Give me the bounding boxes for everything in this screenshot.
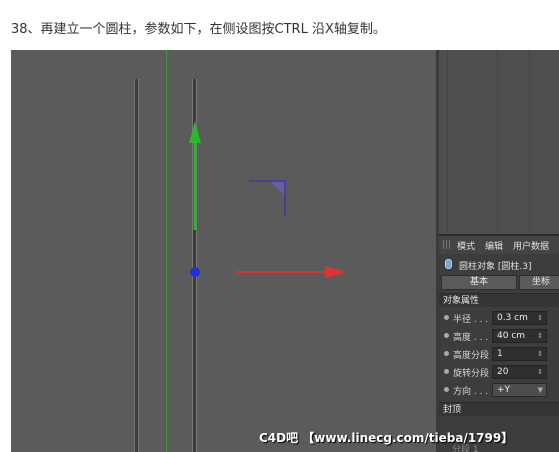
prop-label: 半径 . . . — [453, 315, 489, 325]
menu-mode[interactable]: 模式 — [457, 239, 475, 252]
keyframe-dot-icon[interactable] — [444, 315, 449, 320]
chevron-down-icon[interactable]: ▼ — [538, 384, 543, 396]
menu-user-data[interactable]: 用户数据 — [513, 239, 549, 252]
orientation-select[interactable]: +Y ▼ — [492, 383, 547, 397]
keyframe-dot-icon[interactable] — [444, 369, 449, 374]
attribute-manager: 模式 编辑 用户数据 圆柱对象 [圆柱.3] 基本 坐标 对象属性 半径 . .… — [439, 234, 559, 452]
menu-edit[interactable]: 编辑 — [485, 239, 503, 252]
prop-rotation-segments: 旋转分段 20 ⇕ — [439, 364, 559, 380]
radius-input[interactable]: 0.3 cm ⇕ — [492, 311, 547, 325]
spinner-icon[interactable]: ⇕ — [537, 348, 543, 360]
plane-handle-icon[interactable] — [269, 180, 285, 196]
height-input[interactable]: 40 cm ⇕ — [492, 329, 547, 343]
cylinder-object-icon — [445, 259, 452, 269]
keyframe-dot-icon[interactable] — [444, 351, 449, 356]
spinner-icon[interactable]: ⇕ — [537, 312, 543, 324]
section-caps[interactable]: 封顶 — [439, 402, 559, 416]
rotation-segments-input[interactable]: 20 ⇕ — [492, 365, 547, 379]
move-gizmo — [189, 121, 347, 278]
column-separator — [529, 50, 530, 235]
height-segments-input[interactable]: 1 ⇕ — [492, 347, 547, 361]
side-viewport[interactable] — [11, 50, 436, 452]
z-axis-handle[interactable] — [190, 267, 200, 277]
c4d-screenshot: 模式 编辑 用户数据 圆柱对象 [圆柱.3] 基本 坐标 对象属性 半径 . .… — [11, 50, 559, 452]
x-axis-arrow-icon[interactable] — [325, 266, 347, 278]
grip-icon[interactable] — [443, 240, 451, 249]
tab-basic[interactable]: 基本 — [441, 275, 517, 290]
prop-height-segments: 高度分段 1 ⇕ — [439, 346, 559, 362]
tab-coord[interactable]: 坐标 — [519, 275, 559, 290]
prop-radius: 半径 . . . 0.3 cm ⇕ — [439, 310, 559, 326]
step-caption: 38、再建立一个圆柱，参数如下，在侧设图按CTRL 沿X轴复制。 — [11, 22, 386, 37]
keyframe-dot-icon[interactable] — [444, 333, 449, 338]
prop-height: 高度 . . . 40 cm ⇕ — [439, 328, 559, 344]
watermark-text: C4D吧 【www.linecg.com/tieba/1799】 — [259, 431, 514, 445]
y-axis-arrow-icon[interactable] — [189, 121, 201, 143]
column-separator — [447, 50, 448, 235]
prop-label: 高度分段 — [453, 351, 490, 361]
attribute-tabs: 基本 坐标 — [439, 275, 559, 291]
height-value: 40 cm — [497, 331, 526, 341]
attribute-menu-bar: 模式 编辑 用户数据 — [439, 236, 559, 254]
spinner-icon[interactable]: ⇕ — [537, 330, 543, 342]
rotation-segments-value: 20 — [497, 367, 509, 377]
radius-value: 0.3 cm — [497, 313, 528, 323]
keyframe-dot-icon[interactable] — [444, 387, 449, 392]
column-separator — [497, 50, 498, 235]
object-name: 圆柱对象 [圆柱.3] — [459, 262, 532, 272]
spinner-icon[interactable]: ⇕ — [537, 366, 543, 378]
height-segments-value: 1 — [497, 349, 503, 359]
prop-label: 方向 . . . — [453, 387, 489, 397]
orientation-value: +Y — [497, 385, 511, 395]
section-object-properties[interactable]: 对象属性 — [439, 293, 559, 307]
prop-label: 旋转分段 — [453, 369, 490, 379]
prop-orientation: 方向 . . . +Y ▼ — [439, 382, 559, 398]
prop-label: 高度 . . . — [453, 333, 489, 343]
object-title-row: 圆柱对象 [圆柱.3] — [439, 256, 559, 274]
